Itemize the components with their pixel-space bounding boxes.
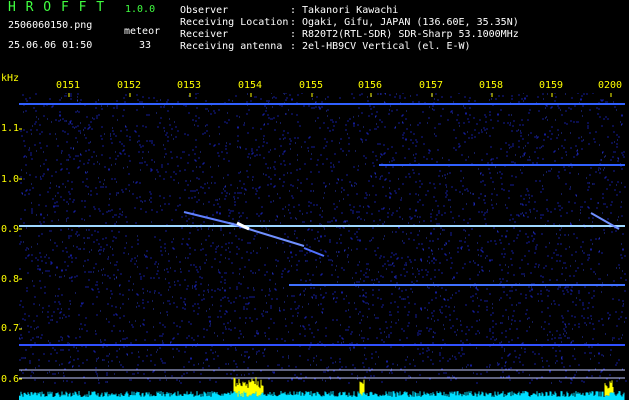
info-label: Receiving antenna xyxy=(180,41,283,52)
info-value: Ogaki, Gifu, JAPAN (136.60E, 35.35N) xyxy=(302,17,519,28)
axis-ticks xyxy=(19,93,612,380)
info-row-observer: Observer : Takanori Kawachi xyxy=(180,5,519,17)
info-label: Observer xyxy=(180,5,229,16)
meteor-trace xyxy=(303,247,325,257)
info-value: R820T2(RTL-SDR) SDR-Sharp 53.1000MHz xyxy=(302,29,519,40)
app-version: 1.0.0 xyxy=(125,4,156,15)
time-tick-label: 0156 xyxy=(358,80,383,91)
meteor-count: 33 xyxy=(139,40,152,51)
freq-tick-label: 0.9 xyxy=(1,224,20,235)
time-tick-label: 0153 xyxy=(177,80,202,91)
carrier-lines xyxy=(19,103,625,379)
time-tick-label: 0152 xyxy=(117,80,142,91)
freq-unit-label: kHz xyxy=(1,73,20,84)
time-tick-label: 0151 xyxy=(56,80,81,91)
freq-tick-label: 0.6 xyxy=(1,374,20,385)
time-tick-label: 0154 xyxy=(238,80,263,91)
info-value: Takanori Kawachi xyxy=(302,5,399,16)
info-colon: : xyxy=(290,17,297,28)
time-tick-label: 0200 xyxy=(598,80,623,91)
time-tick-label: 0155 xyxy=(299,80,324,91)
info-colon: : xyxy=(290,29,297,40)
info-row-receiver: Receiver : R820T2(RTL-SDR) SDR-Sharp 53.… xyxy=(180,29,519,41)
time-tick-label: 0157 xyxy=(419,80,444,91)
station-info: Observer : Takanori Kawachi Receiving Lo… xyxy=(180,5,519,53)
timestamp: 25.06.06 01:50 xyxy=(8,40,93,51)
time-tick-label: 0158 xyxy=(479,80,504,91)
app-title: H R O F F T xyxy=(8,0,106,15)
filename: 2506060150.png xyxy=(8,20,93,31)
info-value: 2el-HB9CV Vertical (el. E-W) xyxy=(302,41,471,52)
noise-layer xyxy=(19,93,627,384)
freq-tick-label: 0.7 xyxy=(1,323,20,334)
freq-tick-label: 0.8 xyxy=(1,274,20,285)
freq-tick-label: 1.0 xyxy=(1,174,20,185)
spectrogram-plot xyxy=(19,93,627,400)
info-label: Receiving Location xyxy=(180,17,289,28)
info-label: Receiver xyxy=(180,29,229,40)
signal-level-bars xyxy=(19,377,625,400)
freq-tick-label: 1.1 xyxy=(1,123,20,134)
meteor-label: meteor xyxy=(124,26,161,37)
info-colon: : xyxy=(290,5,297,16)
info-colon: : xyxy=(290,41,297,52)
info-row-location: Receiving Location : Ogaki, Gifu, JAPAN … xyxy=(180,17,519,29)
time-tick-label: 0159 xyxy=(539,80,564,91)
info-row-antenna: Receiving antenna : 2el-HB9CV Vertical (… xyxy=(180,41,519,53)
meteor-traces xyxy=(183,211,620,257)
signal-level-bar xyxy=(19,391,625,400)
